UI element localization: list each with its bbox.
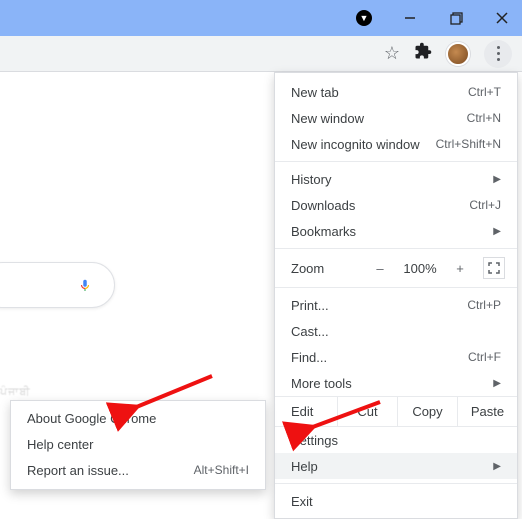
submenu-label: Report an issue... bbox=[27, 463, 129, 479]
menu-edit-row: Edit Cut Copy Paste bbox=[275, 396, 517, 427]
menu-shortcut: Ctrl+P bbox=[467, 298, 501, 312]
submenu-help-center[interactable]: Help center bbox=[11, 432, 265, 458]
minimize-button[interactable] bbox=[396, 4, 424, 32]
submenu-about[interactable]: About Google Chrome bbox=[11, 406, 265, 432]
menu-shortcut: Ctrl+J bbox=[469, 198, 501, 212]
menu-history[interactable]: History ▶ bbox=[275, 166, 517, 192]
menu-separator bbox=[275, 161, 517, 162]
menu-print[interactable]: Print... Ctrl+P bbox=[275, 292, 517, 318]
menu-new-tab[interactable]: New tab Ctrl+T bbox=[275, 79, 517, 105]
submenu-arrow-icon: ▶ bbox=[493, 378, 501, 389]
help-submenu: About Google Chrome Help center Report a… bbox=[10, 400, 266, 490]
main-menu-button[interactable] bbox=[484, 40, 512, 68]
bookmark-star-icon[interactable]: ☆ bbox=[384, 43, 400, 64]
menu-more-tools[interactable]: More tools ▶ bbox=[275, 370, 517, 396]
submenu-report-issue[interactable]: Report an issue... Alt+Shift+I bbox=[11, 458, 265, 484]
menu-settings[interactable]: Settings bbox=[275, 427, 517, 453]
menu-label: Settings bbox=[291, 433, 338, 448]
menu-label: History bbox=[291, 172, 331, 187]
profile-avatar[interactable] bbox=[446, 42, 470, 66]
menu-separator bbox=[275, 248, 517, 249]
close-button[interactable] bbox=[488, 4, 516, 32]
extensions-icon[interactable] bbox=[414, 42, 432, 65]
submenu-label: Help center bbox=[27, 437, 93, 453]
menu-label: More tools bbox=[291, 376, 352, 391]
menu-label: Bookmarks bbox=[291, 224, 356, 239]
menu-shortcut: Ctrl+T bbox=[468, 85, 501, 99]
menu-find[interactable]: Find... Ctrl+F bbox=[275, 344, 517, 370]
menu-label: Cast... bbox=[291, 324, 329, 339]
menu-bookmarks[interactable]: Bookmarks ▶ bbox=[275, 218, 517, 244]
edit-paste[interactable]: Paste bbox=[457, 397, 517, 426]
menu-label: Help bbox=[291, 459, 318, 474]
account-dropdown-icon[interactable]: ▼ bbox=[350, 4, 378, 32]
menu-new-window[interactable]: New window Ctrl+N bbox=[275, 105, 517, 131]
menu-shortcut: Ctrl+F bbox=[468, 350, 501, 364]
zoom-in-button[interactable]: + bbox=[447, 261, 473, 276]
decorative-text: ਪੰਜਾਬੀ bbox=[0, 386, 48, 398]
zoom-out-button[interactable]: – bbox=[367, 261, 393, 276]
search-box[interactable] bbox=[0, 262, 115, 308]
menu-label: Print... bbox=[291, 298, 329, 313]
edit-copy[interactable]: Copy bbox=[397, 397, 457, 426]
menu-label: Exit bbox=[291, 494, 313, 509]
menu-cast[interactable]: Cast... bbox=[275, 318, 517, 344]
edit-label: Edit bbox=[275, 397, 337, 426]
menu-shortcut: Ctrl+Shift+N bbox=[436, 137, 501, 151]
submenu-arrow-icon: ▶ bbox=[493, 226, 501, 237]
window-titlebar: ▼ bbox=[0, 0, 522, 36]
submenu-shortcut: Alt+Shift+I bbox=[194, 463, 249, 479]
menu-label: New tab bbox=[291, 85, 339, 100]
zoom-label: Zoom bbox=[291, 261, 361, 276]
submenu-label: About Google Chrome bbox=[27, 411, 156, 427]
chrome-main-menu: New tab Ctrl+T New window Ctrl+N New inc… bbox=[274, 72, 518, 519]
menu-separator bbox=[275, 483, 517, 484]
edit-cut[interactable]: Cut bbox=[337, 397, 397, 426]
fullscreen-button[interactable] bbox=[483, 257, 505, 279]
browser-toolbar: ☆ bbox=[0, 36, 522, 72]
menu-label: New incognito window bbox=[291, 137, 420, 152]
menu-incognito[interactable]: New incognito window Ctrl+Shift+N bbox=[275, 131, 517, 157]
menu-help[interactable]: Help ▶ bbox=[275, 453, 517, 479]
zoom-value: 100% bbox=[399, 261, 441, 276]
menu-downloads[interactable]: Downloads Ctrl+J bbox=[275, 192, 517, 218]
menu-label: New window bbox=[291, 111, 364, 126]
voice-search-icon[interactable] bbox=[78, 276, 92, 294]
submenu-arrow-icon: ▶ bbox=[493, 461, 501, 472]
menu-label: Downloads bbox=[291, 198, 355, 213]
maximize-button[interactable] bbox=[442, 4, 470, 32]
submenu-arrow-icon: ▶ bbox=[493, 174, 501, 185]
menu-zoom-row: Zoom – 100% + bbox=[275, 253, 517, 283]
menu-exit[interactable]: Exit bbox=[275, 488, 517, 514]
menu-separator bbox=[275, 287, 517, 288]
menu-label: Find... bbox=[291, 350, 327, 365]
menu-shortcut: Ctrl+N bbox=[467, 111, 501, 125]
